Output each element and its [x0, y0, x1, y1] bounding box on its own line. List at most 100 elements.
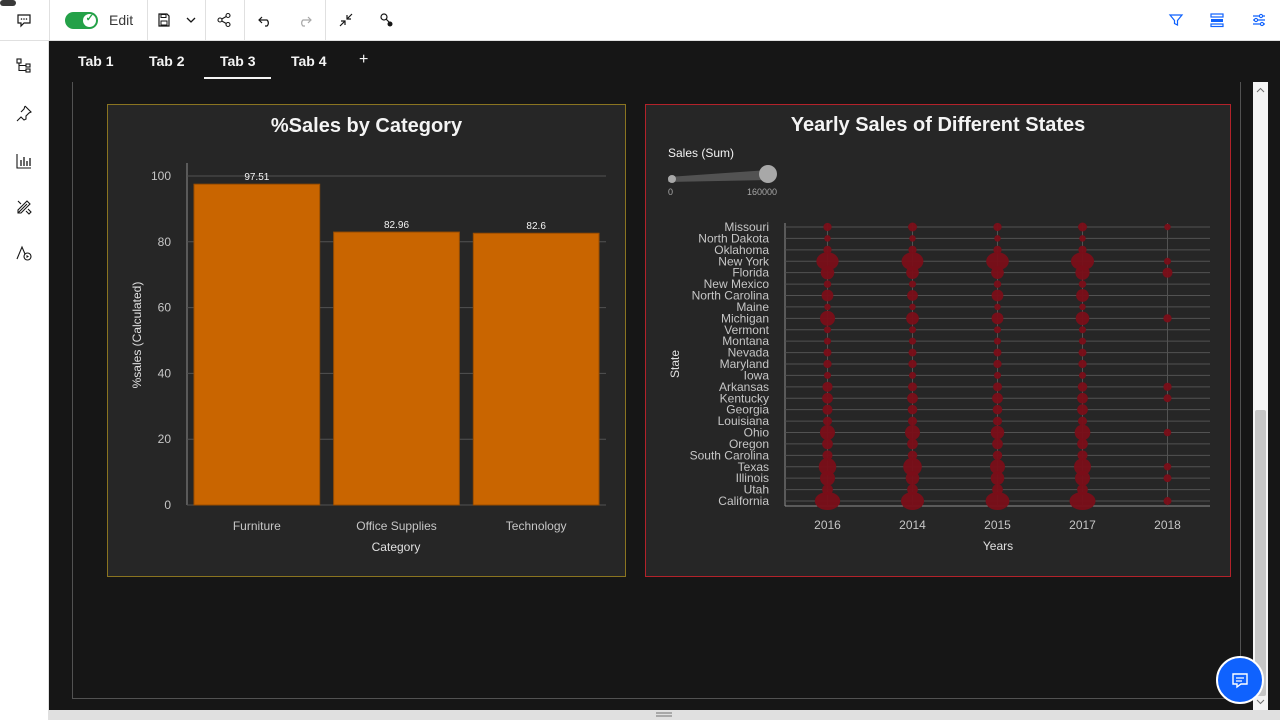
- filter-icon[interactable]: [1166, 10, 1186, 30]
- bubble: [908, 382, 917, 392]
- properties-icon[interactable]: [1249, 10, 1269, 30]
- toolbar-divider: [325, 0, 326, 41]
- visualizations-icon[interactable]: [14, 151, 34, 171]
- tab-1[interactable]: Tab 1: [78, 53, 114, 69]
- bubble: [1078, 337, 1087, 345]
- year-label: 2018: [1154, 518, 1181, 532]
- bubble: [992, 392, 1003, 404]
- collapse-icon[interactable]: [336, 10, 356, 30]
- bubble: [1163, 497, 1172, 505]
- bubble: [1078, 371, 1087, 379]
- bubble: [991, 312, 1004, 325]
- chevron-down-icon[interactable]: [182, 10, 200, 30]
- share-icon[interactable]: [214, 10, 234, 30]
- media-icon[interactable]: [14, 243, 34, 263]
- tab-2[interactable]: Tab 2: [149, 53, 185, 69]
- bubble-chart: Sales (Sum) 0 160000 MissouriNorth Dakot…: [668, 146, 1210, 553]
- bubble: [1163, 463, 1172, 471]
- bubble: [991, 289, 1004, 302]
- tab-3[interactable]: Tab 3: [220, 53, 256, 69]
- y-axis-label: State: [668, 350, 682, 378]
- bubble: [1078, 359, 1087, 369]
- comment-icon[interactable]: [14, 10, 34, 30]
- yearly-sales-states-widget[interactable]: Yearly Sales of Different States Sales (…: [645, 104, 1231, 577]
- bar: [193, 183, 321, 506]
- bubble: [992, 450, 1003, 461]
- bubble: [1075, 311, 1090, 326]
- bubble: [1074, 424, 1091, 441]
- add-tab-button[interactable]: +: [359, 51, 368, 69]
- toolbar: ✓ Edit: [0, 0, 1280, 41]
- bubble: [1078, 348, 1087, 357]
- bottom-resize-bar[interactable]: [49, 710, 1280, 720]
- sales-by-category-widget[interactable]: %Sales by Category 0 20 40 60 80 100 97.51 Furn…: [107, 104, 626, 577]
- toolbar-divider: [147, 0, 148, 41]
- data-label: 97.51: [244, 172, 269, 183]
- bubble: [1163, 314, 1172, 323]
- bubble: [823, 348, 832, 357]
- bar-chart: 0 20 40 60 80 100 97.51 Furniture 82.96 Office Su…: [130, 163, 606, 554]
- assets-icon[interactable]: [14, 197, 34, 217]
- bubble: [908, 359, 917, 369]
- bubble: [908, 326, 917, 334]
- data-label: 82.96: [384, 220, 409, 231]
- year-label: 2015: [984, 518, 1011, 532]
- bubble: [1163, 394, 1172, 403]
- y-tick-label: 60: [158, 301, 172, 315]
- bubble: [824, 303, 831, 311]
- bubble: [823, 371, 832, 379]
- edit-toggle[interactable]: ✓: [65, 12, 98, 29]
- y-tick-label: 100: [151, 169, 171, 183]
- bubble: [1077, 438, 1088, 450]
- bubble: [820, 310, 835, 326]
- bubble: [906, 266, 919, 280]
- bubble: [822, 392, 833, 404]
- pin-icon[interactable]: [14, 103, 34, 123]
- bubble: [994, 303, 1001, 311]
- scroll-thumb[interactable]: [1255, 410, 1266, 696]
- data-tree-icon[interactable]: [14, 56, 34, 76]
- smart-insights-icon[interactable]: [376, 10, 396, 30]
- bubble: [1077, 382, 1088, 392]
- bubble: [822, 381, 833, 392]
- drag-handle-icon[interactable]: [656, 712, 672, 718]
- bubble: [993, 326, 1002, 334]
- bubble: [822, 404, 833, 415]
- bubble: [991, 266, 1004, 280]
- bubble: [820, 425, 835, 440]
- bubble: [824, 235, 831, 242]
- save-icon[interactable]: [154, 10, 174, 30]
- bubble: [1069, 492, 1096, 510]
- bubble: [823, 416, 832, 426]
- state-label: California: [718, 494, 769, 508]
- bar: [333, 231, 460, 506]
- bubble: [909, 303, 916, 311]
- y-tick-label: 40: [158, 366, 172, 380]
- y-tick-label: 20: [158, 432, 172, 446]
- bubble: [1163, 474, 1172, 483]
- bubble: [992, 438, 1003, 450]
- tab-4[interactable]: Tab 4: [291, 53, 327, 69]
- year-label: 2016: [814, 518, 841, 532]
- bubble: [823, 359, 832, 369]
- scroll-up-icon[interactable]: [1253, 84, 1268, 96]
- size-legend-max-marker: [759, 165, 777, 183]
- active-tab-indicator: [204, 77, 271, 79]
- bubble: [992, 404, 1003, 415]
- chat-button[interactable]: [1216, 656, 1264, 704]
- bubble: [908, 371, 917, 379]
- redo-icon[interactable]: [295, 10, 315, 30]
- undo-icon[interactable]: [255, 10, 275, 30]
- year-label: 2014: [899, 518, 926, 532]
- x-tick-label: Furniture: [233, 519, 281, 533]
- bubble: [1078, 416, 1087, 426]
- bubble: [994, 235, 1001, 242]
- bubble: [990, 471, 1005, 485]
- bubble: [823, 280, 832, 288]
- layout-icon[interactable]: [1207, 10, 1227, 30]
- bubble: [908, 337, 917, 345]
- y-tick-label: 0: [164, 498, 171, 512]
- bubble: [906, 311, 919, 325]
- bubble: [908, 348, 917, 357]
- size-legend-title: Sales (Sum): [668, 146, 734, 160]
